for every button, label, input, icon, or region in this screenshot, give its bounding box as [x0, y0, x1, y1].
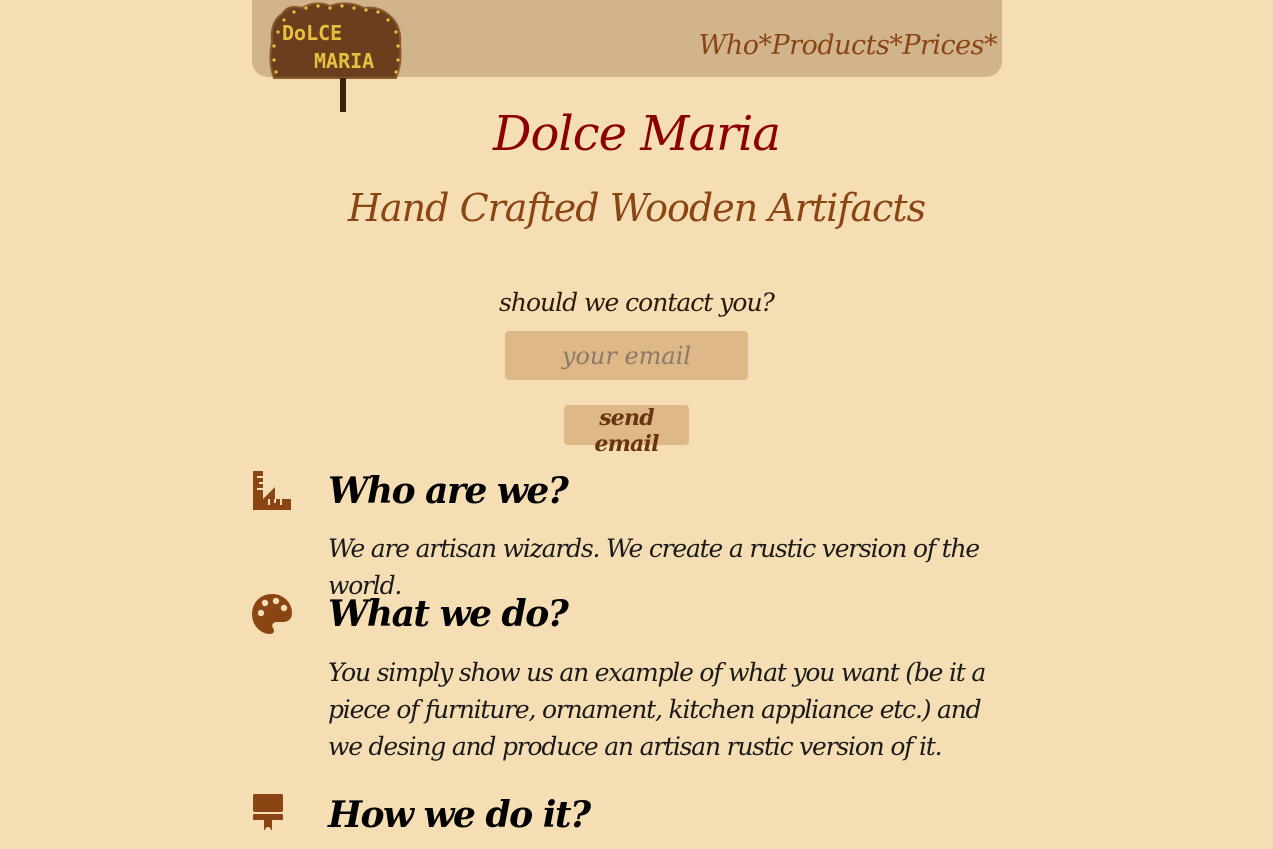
- nav-item-prices[interactable]: Prices: [902, 30, 984, 61]
- nav-item-who[interactable]: Who: [699, 30, 759, 61]
- nav-separator: *: [889, 30, 903, 61]
- logo[interactable]: DoLCE MARIA: [268, 2, 402, 112]
- nav-item-products[interactable]: Products: [771, 30, 889, 61]
- main-nav: Who*Products*Prices*: [699, 30, 998, 61]
- section-heading-how: How we do it?: [328, 794, 591, 836]
- nav-trailing-separator: *: [984, 30, 998, 61]
- nav-separator: *: [758, 30, 772, 61]
- logo-text-line2: MARIA: [314, 49, 374, 73]
- section-heading-what: What we do?: [328, 593, 569, 635]
- email-input[interactable]: [505, 331, 748, 380]
- paint-brush-icon: [253, 794, 283, 833]
- section-heading-who: Who are we?: [328, 470, 569, 512]
- contact-label: should we contact you?: [499, 288, 775, 317]
- page: DoLCE MARIA Who*Products*Prices* Dolce M…: [0, 0, 1273, 849]
- page-subtitle: Hand Crafted Wooden Artifacts: [347, 186, 926, 230]
- palette-icon: [252, 594, 292, 634]
- send-email-button[interactable]: send email: [564, 405, 689, 457]
- section-text-what: You simply show us an example of what yo…: [328, 658, 986, 761]
- ruler-combined-icon: [253, 471, 291, 510]
- logo-text-line1: DoLCE: [282, 21, 342, 45]
- page-title: Dolce Maria: [493, 106, 781, 162]
